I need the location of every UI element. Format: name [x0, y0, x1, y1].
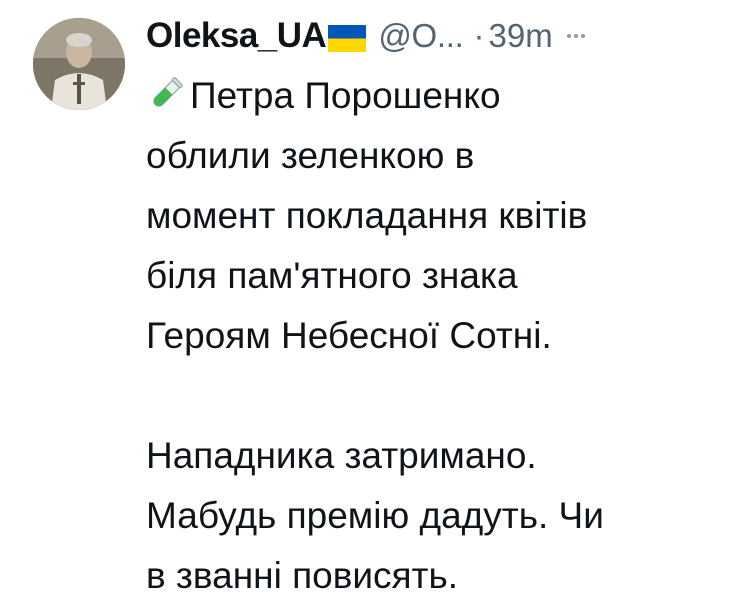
- tweet-timestamp[interactable]: 39m: [489, 17, 553, 55]
- ukraine-flag-icon: [328, 24, 367, 52]
- author-handle[interactable]: @O...: [378, 17, 463, 55]
- tweet-text-line: Нападника затримано.: [146, 435, 537, 476]
- test-tube-icon: [146, 72, 186, 112]
- tweet-text-line: в званні повисять.: [146, 555, 459, 596]
- tweet-text-line: момент покладання квітів: [146, 195, 588, 236]
- tweet-text-line: облили зеленкою в: [146, 135, 475, 176]
- tweet-text-line: Мабудь премію дадуть. Чи: [146, 495, 604, 536]
- tweet-text-line: Петра Порошенко: [146, 66, 736, 126]
- author-display-name[interactable]: Oleksa_UA: [146, 16, 327, 56]
- tweet-text-line: Героям Небесної Сотні.: [146, 315, 552, 356]
- tweet[interactable]: Oleksa_UA @O... · 39m Петра Порошенко об…: [0, 0, 750, 604]
- separator-dot: ·: [473, 17, 485, 54]
- tweet-text-line: біля пам'ятного знака: [146, 255, 518, 296]
- more-options-icon[interactable]: [566, 34, 585, 38]
- tweet-header: Oleksa_UA @O... · 39m: [146, 8, 585, 64]
- tweet-text: Петра Порошенко облили зеленкою в момент…: [146, 66, 736, 606]
- tweet-text-line-content: Петра Порошенко: [190, 75, 501, 116]
- avatar[interactable]: [33, 18, 125, 110]
